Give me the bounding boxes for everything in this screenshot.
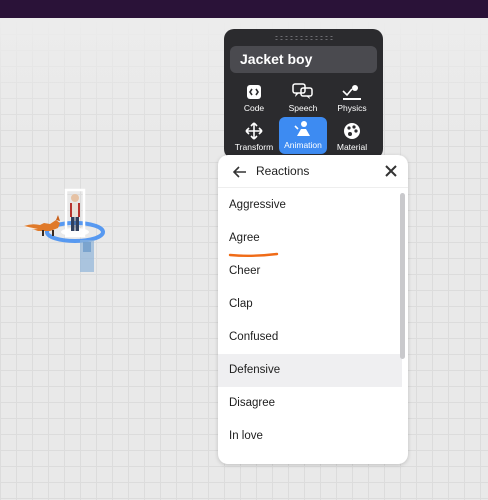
transform-label: Transform [234,142,274,152]
animation-button[interactable]: Animation [279,117,327,154]
reactions-header: Reactions [218,155,408,188]
material-label: Material [336,142,368,152]
drag-handle[interactable] [274,35,334,41]
speech-button[interactable]: Speech [279,80,327,116]
code-label: Code [243,103,265,113]
reaction-in-love[interactable]: In love [218,420,402,453]
material-icon [343,121,361,141]
animation-label: Animation [284,140,322,150]
animation-icon [293,119,313,139]
object-name-field[interactable]: Jacket boy [230,46,377,73]
reaction-clap[interactable]: Clap [218,288,402,321]
reaction-confused[interactable]: Confused [218,321,402,354]
material-button[interactable]: Material [328,119,376,155]
properties-panel: Jacket boy Code Speech Physics Transform… [224,29,383,159]
physics-button[interactable]: Physics [328,80,376,116]
reaction-cheer[interactable]: Cheer [218,255,402,288]
close-icon[interactable] [385,165,397,177]
speech-icon [292,82,314,102]
reaction-disagree[interactable]: Disagree [218,387,402,420]
back-arrow-icon[interactable] [233,165,247,179]
fox-character [24,215,60,236]
reactions-popup: Reactions Aggressive Agree Cheer Clap Co… [218,155,408,464]
transform-icon [245,121,263,141]
scene-objects [24,188,105,272]
reactions-title: Reactions [256,164,310,178]
code-icon [245,82,263,102]
code-button[interactable]: Code [230,80,278,116]
transform-button[interactable]: Transform [230,119,278,155]
top-bar [0,0,488,18]
reaction-aggressive[interactable]: Aggressive [218,189,402,222]
annotation-underline [228,252,279,257]
speech-label: Speech [288,103,318,113]
physics-label: Physics [337,103,367,113]
physics-icon [341,82,363,102]
scrollbar-thumb[interactable] [400,193,405,359]
reaction-defensive[interactable]: Defensive [218,354,402,387]
